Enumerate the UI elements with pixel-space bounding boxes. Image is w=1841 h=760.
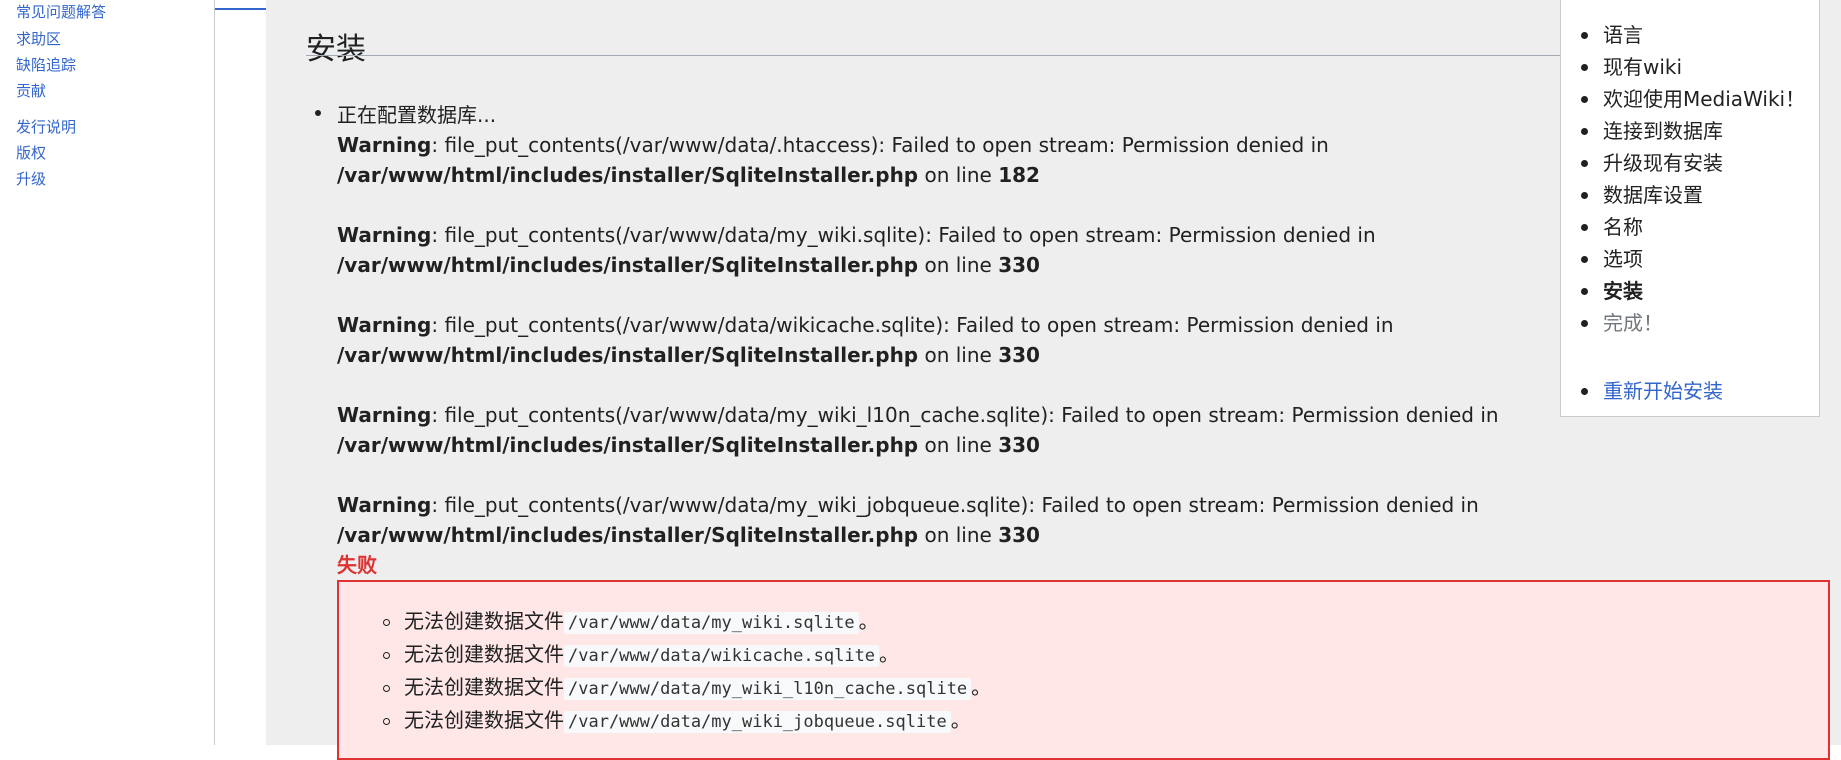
list-bullet [1581,320,1588,327]
sidebar-link-release-notes[interactable]: 发行说明 [16,117,76,137]
error-box: 无法创建数据文件/var/www/data/my_wiki.sqlite。 无法… [337,580,1830,760]
warning-location: /var/www/html/includes/installer/SqliteI… [337,433,1040,457]
toc-item-existing-wiki: 现有wiki [1603,55,1683,79]
sidebar-link-bug-tracker[interactable]: 缺陷追踪 [16,55,76,75]
toc-item-db-settings: 数据库设置 [1603,183,1703,207]
toc-item-install: 安装 [1603,279,1643,303]
list-bullet [1581,160,1588,167]
toc-item-connect-db: 连接到数据库 [1603,119,1723,143]
toc-item-name: 名称 [1603,215,1643,239]
list-bullet [383,685,390,692]
list-bullet [1581,128,1588,135]
list-bullet [1581,224,1588,231]
warning-message: Warning: file_put_contents(/var/www/data… [337,493,1479,517]
failure-label: 失败 [337,553,377,577]
list-bullet [1581,32,1588,39]
restart-install-link[interactable]: 重新开始安装 [1603,377,1723,405]
title-divider [306,55,1756,56]
list-bullet [1581,256,1588,263]
sidebar-link-copyright[interactable]: 版权 [16,143,46,163]
toc-item-welcome: 欢迎使用MediaWiki！ [1603,87,1806,111]
sidebar-link-help[interactable]: 求助区 [16,29,61,49]
error-item: 无法创建数据文件/var/www/data/my_wiki_l10n_cache… [404,675,992,700]
list-bullet [1581,192,1588,199]
sidebar-link-faq[interactable]: 常见问题解答 [16,2,106,22]
warning-location: /var/www/html/includes/installer/SqliteI… [337,523,1040,547]
error-item: 无法创建数据文件/var/www/data/wikicache.sqlite。 [404,642,900,667]
install-steps-toc: 语言 现有wiki 欢迎使用MediaWiki！ 连接到数据库 升级现有安装 数… [1560,0,1820,417]
error-item: 无法创建数据文件/var/www/data/my_wiki.sqlite。 [404,609,879,634]
list-bullet [1581,96,1588,103]
list-bullet [1581,64,1588,71]
sidebar: 常见问题解答 求助区 缺陷追踪 贡献 发行说明 版权 升级 [0,0,215,745]
sidebar-link-upgrade[interactable]: 升级 [16,169,46,189]
toc-item-complete: 完成！ [1603,311,1663,335]
page-title: 安装 [306,32,366,68]
error-item: 无法创建数据文件/var/www/data/my_wiki_jobqueue.s… [404,708,971,733]
toc-item-options: 选项 [1603,247,1643,271]
list-bullet [315,110,321,116]
list-bullet [383,619,390,626]
list-bullet [383,652,390,659]
list-bullet [383,718,390,725]
toc-item-upgrade: 升级现有安装 [1603,151,1723,175]
list-bullet [1581,288,1588,295]
toc-item-language: 语言 [1603,23,1643,47]
sidebar-link-contribute[interactable]: 贡献 [16,81,46,101]
list-bullet [1581,388,1588,395]
